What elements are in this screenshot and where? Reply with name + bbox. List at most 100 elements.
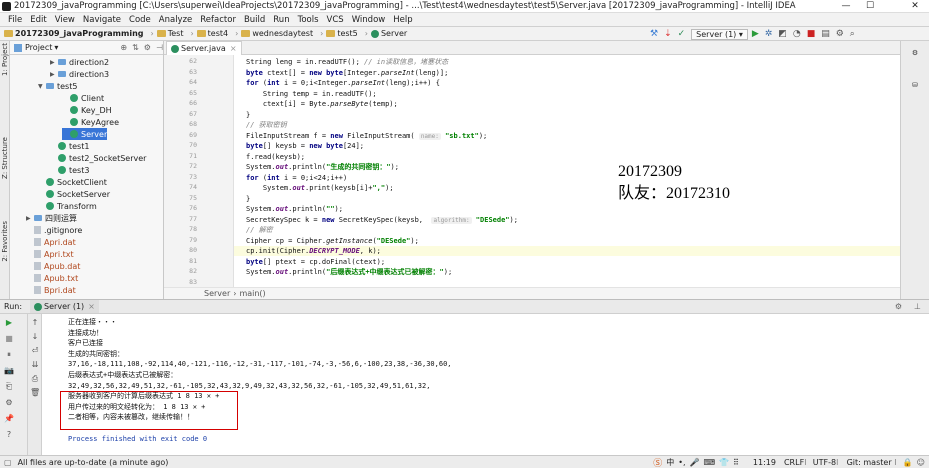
breadcrumb-server[interactable]: Server bbox=[370, 27, 407, 41]
tree-item-test3[interactable]: test3 bbox=[50, 164, 89, 176]
tree-item-test1[interactable]: test1 bbox=[50, 140, 89, 152]
soft-wrap-icon[interactable]: ⏎ bbox=[30, 346, 40, 355]
project-tool-button[interactable]: 1: Project bbox=[1, 43, 9, 76]
menu-file[interactable]: File bbox=[8, 13, 22, 27]
tree-item-test2-socketserver[interactable]: test2_SocketServer bbox=[50, 152, 146, 164]
chevron-down-icon[interactable]: ▼ bbox=[38, 83, 46, 90]
tree-item-client[interactable]: Client bbox=[62, 92, 104, 104]
menu-view[interactable]: View bbox=[55, 13, 75, 27]
favorites-tool-button[interactable]: 2: Favorites bbox=[1, 221, 9, 262]
settings-icon[interactable]: ⚙ bbox=[4, 398, 14, 407]
tree-item-server[interactable]: Server bbox=[62, 128, 108, 140]
tree-item--gitignore[interactable]: .gitignore bbox=[26, 224, 82, 236]
breadcrumb-test5[interactable]: test5 bbox=[326, 27, 358, 41]
file-encoding[interactable]: UTF-8⁝ bbox=[813, 458, 839, 467]
breadcrumb-test4[interactable]: test4 bbox=[196, 27, 228, 41]
debug-icon[interactable]: ✲ bbox=[765, 29, 773, 39]
tree-item-四则运算[interactable]: ▶ 四则运算 bbox=[26, 212, 77, 224]
structure-tool-button[interactable]: Z: Structure bbox=[1, 137, 9, 179]
close-button[interactable]: ✕ bbox=[903, 0, 927, 13]
chevron-right-icon[interactable]: ▶ bbox=[50, 59, 58, 66]
maximize-button[interactable]: ☐ bbox=[858, 0, 882, 13]
scroll-up-icon[interactable]: ↑ bbox=[30, 318, 40, 327]
sync-icon[interactable]: ⊕ bbox=[120, 43, 127, 52]
coverage-icon[interactable]: ◩ bbox=[778, 29, 787, 39]
tree-item-direction3[interactable]: ▶ direction3 bbox=[50, 68, 109, 80]
run-tab-server[interactable]: Server (1) × bbox=[30, 300, 99, 313]
help-icon[interactable]: ? bbox=[4, 430, 14, 439]
hide-icon[interactable]: ⊣ bbox=[156, 43, 163, 52]
tree-item-apub-txt[interactable]: Apub.txt bbox=[26, 272, 78, 284]
project-view-selector[interactable]: Project bbox=[25, 43, 52, 52]
project-structure-icon[interactable]: ▤ bbox=[821, 29, 830, 39]
pin-tab-icon[interactable]: 📌 bbox=[4, 414, 14, 423]
inspector-icon[interactable]: ☺ bbox=[917, 458, 925, 467]
breadcrumb-method-main[interactable]: main() bbox=[239, 289, 265, 298]
tree-item-keyagree[interactable]: KeyAgree bbox=[62, 116, 119, 128]
settings-icon[interactable]: ⚙ bbox=[836, 29, 844, 39]
tree-item-apub-dat[interactable]: Apub.dat bbox=[26, 260, 80, 272]
ant-build-tool-button[interactable]: ⚙ bbox=[911, 49, 919, 57]
git-commit-icon[interactable]: ✓ bbox=[678, 29, 686, 39]
menu-window[interactable]: Window bbox=[352, 13, 386, 27]
chevron-right-icon[interactable]: ▶ bbox=[26, 215, 34, 222]
breadcrumb-class-server[interactable]: Server bbox=[204, 289, 230, 298]
tab-server-java[interactable]: Server.java × bbox=[166, 41, 242, 55]
tree-item-transform[interactable]: Transform bbox=[38, 200, 97, 212]
stop-icon[interactable]: ■ bbox=[807, 29, 816, 39]
build-hammer-icon[interactable]: ⚒ bbox=[650, 29, 658, 39]
dump-threads-icon[interactable]: 📷 bbox=[4, 366, 14, 375]
collapse-icon[interactable]: ⇅ bbox=[132, 43, 139, 52]
status-tool-window-icon[interactable]: ▢ bbox=[4, 458, 12, 467]
lock-icon[interactable]: 🔒 bbox=[903, 458, 913, 467]
tree-item-key-dh[interactable]: Key_DH bbox=[62, 104, 112, 116]
minimize-button[interactable]: — bbox=[834, 0, 858, 13]
console-output[interactable]: 正在连接・・・ 连接成功！ 客户已连接 生成的共同密钥： 37,16,-18,111,1… bbox=[42, 314, 929, 455]
menu-help[interactable]: Help bbox=[393, 13, 412, 27]
menu-refactor[interactable]: Refactor bbox=[200, 13, 236, 27]
tree-item-apri-txt[interactable]: Apri.txt bbox=[26, 248, 74, 260]
gear-icon[interactable]: ⚙ bbox=[895, 302, 902, 311]
breadcrumb-project[interactable]: 20172309_javaProgramming bbox=[4, 27, 144, 41]
tree-item-bpri-dat[interactable]: Bpri.dat bbox=[26, 284, 76, 296]
run-config-select[interactable]: Server (1) ▾ bbox=[691, 28, 748, 40]
rerun-icon[interactable]: ▶ bbox=[4, 318, 14, 327]
clear-all-icon[interactable]: 🗑 bbox=[30, 388, 40, 397]
breadcrumb-wednesdaytest[interactable]: wednesdaytest bbox=[241, 27, 313, 41]
menu-code[interactable]: Code bbox=[129, 13, 151, 27]
menu-tools[interactable]: Tools bbox=[298, 13, 319, 27]
git-update-icon[interactable]: ⇣ bbox=[664, 29, 672, 39]
restore-layout-icon[interactable]: ⎗ bbox=[4, 382, 14, 391]
run-icon[interactable]: ▶ bbox=[752, 29, 759, 39]
breadcrumb-test[interactable]: Test bbox=[156, 27, 183, 41]
menu-navigate[interactable]: Navigate bbox=[83, 13, 121, 27]
menu-build[interactable]: Build bbox=[244, 13, 265, 27]
profile-icon[interactable]: ◔ bbox=[793, 29, 801, 39]
caret-position[interactable]: 11:19 bbox=[753, 458, 776, 467]
scroll-to-end-icon[interactable]: ⇊ bbox=[30, 360, 40, 369]
chevron-down-icon[interactable]: ▾ bbox=[54, 43, 58, 52]
database-tool-button[interactable]: ⛁ bbox=[911, 81, 919, 89]
stop-icon[interactable]: ■ bbox=[4, 334, 14, 343]
menu-run[interactable]: Run bbox=[273, 13, 289, 27]
menu-analyze[interactable]: Analyze bbox=[159, 13, 193, 27]
tree-item-direction2[interactable]: ▶ direction2 bbox=[50, 56, 109, 68]
pause-output-icon[interactable]: ⏸ bbox=[4, 350, 14, 359]
line-separator[interactable]: CRLF⁝ bbox=[784, 458, 807, 467]
close-tab-icon[interactable]: × bbox=[230, 44, 237, 53]
code-editor[interactable]: String leng = in.readUTF(); // in读取信息，堵塞… bbox=[234, 55, 900, 287]
hide-panel-icon[interactable]: ⊥ bbox=[914, 302, 921, 311]
menu-edit[interactable]: Edit bbox=[30, 13, 46, 27]
tree-item-socketserver[interactable]: SocketServer bbox=[38, 188, 110, 200]
scroll-down-icon[interactable]: ↓ bbox=[30, 332, 40, 341]
print-icon[interactable]: ⎙ bbox=[30, 374, 40, 383]
search-everywhere-icon[interactable]: ⌕ bbox=[850, 29, 855, 39]
gear-icon[interactable]: ⚙ bbox=[144, 43, 151, 52]
tree-item-socketclient[interactable]: SocketClient bbox=[38, 176, 107, 188]
git-branch[interactable]: Git: master ⁝ bbox=[847, 458, 897, 467]
chevron-right-icon[interactable]: ▶ bbox=[50, 71, 58, 78]
tree-item-test5[interactable]: ▼ test5 bbox=[38, 80, 77, 92]
tree-item-apri-dat[interactable]: Apri.dat bbox=[26, 236, 76, 248]
menu-vcs[interactable]: VCS bbox=[327, 13, 344, 27]
close-tab-icon[interactable]: × bbox=[88, 302, 95, 311]
